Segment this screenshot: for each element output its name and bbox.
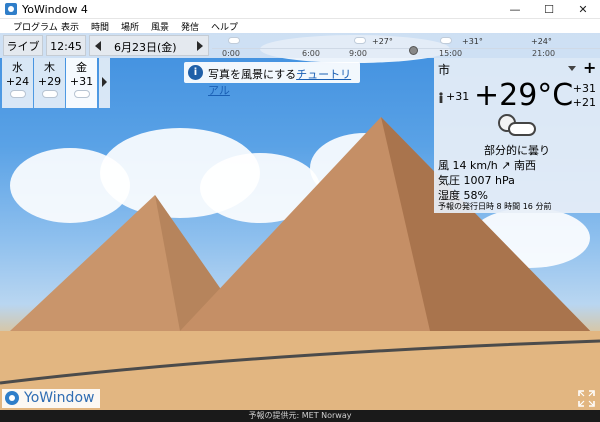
tutorial-text: 写真を風景にするチュートリアル (208, 66, 360, 98)
window-title: YoWindow 4 (22, 3, 88, 16)
forecast-day-name: 金 (76, 61, 87, 74)
forecast-day-name: 水 (12, 61, 23, 74)
current-temperature: +29°C (474, 78, 574, 113)
feels-like-temp: +31 (446, 90, 470, 103)
current-weather-panel: 市 + +31 +29°C +31 +21 部分的に曇り 風 14 km/h ↗… (434, 58, 600, 213)
info-icon: i (188, 65, 203, 80)
high-temp: +31 (572, 82, 596, 95)
time-display[interactable]: 12:45 (46, 35, 86, 56)
low-temp: +21 (572, 96, 596, 109)
timeline-hour: 6:00 (302, 49, 320, 58)
condition-text: 部分的に曇り (484, 144, 550, 157)
menu-time[interactable]: 時間 (91, 20, 109, 33)
forecast-day[interactable]: 金 +31 (66, 58, 97, 108)
cloud-icon (508, 122, 536, 136)
maximize-button[interactable]: ☐ (532, 0, 566, 19)
forecast-day[interactable]: 木 +29 (34, 58, 65, 108)
live-button[interactable]: ライブ (3, 35, 43, 56)
timeline-temp: +31° (462, 37, 483, 46)
menu-program[interactable]: プログラム (13, 20, 58, 33)
timeline-hour: 21:00 (532, 49, 556, 58)
timeline-hour: 15:00 (439, 49, 463, 58)
forecast-provider-status: 予報の提供元: MET Norway (0, 410, 600, 422)
partly-cloudy-icon (228, 37, 240, 44)
pressure-info: 気圧 1007 hPa (438, 174, 515, 187)
forecast-temp: +31 (69, 75, 94, 88)
partly-cloudy-icon (440, 37, 452, 44)
forecast-next-arrow-icon[interactable] (99, 58, 110, 108)
city-dropdown-icon[interactable] (568, 66, 576, 71)
add-location-button[interactable]: + (583, 58, 596, 77)
forecast-day-name: 木 (44, 61, 55, 74)
daily-forecast: 水 +24 木 +29 金 +31 (2, 58, 110, 108)
date-label: 6月23日(金) (114, 41, 177, 54)
forecast-temp: +24 (5, 75, 30, 88)
fullscreen-icon[interactable] (578, 390, 595, 407)
timeline-hour: 0:00 (222, 49, 240, 58)
menu-view[interactable]: 表示 (61, 20, 79, 33)
partly-cloudy-icon (496, 112, 538, 140)
partly-cloudy-icon (354, 37, 366, 44)
yowindow-logo-icon (5, 391, 19, 405)
menu-help[interactable]: ヘルプ (211, 20, 238, 33)
wind-info: 風 14 km/h ↗ 南西 (438, 159, 536, 172)
timeline-temp: +27° (372, 37, 393, 46)
yowindow-app-icon (5, 3, 17, 15)
menu-landscape[interactable]: 風景 (151, 20, 169, 33)
menu-bar: プログラム 表示 時間 場所 風景 発信 ヘルプ (0, 19, 600, 33)
next-day-arrow-icon[interactable] (197, 41, 203, 51)
partly-cloudy-icon (9, 90, 26, 98)
previous-day-arrow-icon[interactable] (95, 41, 101, 51)
title-bar: YoWindow 4 — ☐ ✕ (0, 0, 600, 19)
tutorial-label: 写真を風景にする (208, 68, 297, 81)
partly-cloudy-icon (41, 90, 58, 98)
partly-cloudy-icon (73, 90, 90, 98)
minimize-button[interactable]: — (498, 0, 532, 19)
forecast-temp: +29 (37, 75, 62, 88)
date-selector: 6月23日(金) (89, 35, 209, 56)
forecast-day[interactable]: 水 +24 (2, 58, 33, 108)
close-button[interactable]: ✕ (566, 0, 600, 19)
timeline-temp: +24° (531, 37, 552, 46)
yowindow-logo[interactable]: YoWindow (2, 389, 100, 408)
forecast-updated: 予報の発行日時 8 時間 16 分前 (438, 202, 552, 211)
menu-location[interactable]: 場所 (121, 20, 139, 33)
person-icon (439, 92, 443, 103)
timeline-slider-handle[interactable] (409, 46, 418, 55)
hourly-timeline[interactable]: 0:00 6:00 +27° 9:00 +31° 15:00 +24° 21:0… (212, 33, 600, 58)
tutorial-banner: i 写真を風景にするチュートリアル (184, 62, 360, 97)
city-name[interactable]: 市 (438, 61, 450, 78)
timeline-hour: 9:00 (349, 49, 367, 58)
logo-text: YoWindow (24, 390, 95, 406)
menu-share[interactable]: 発信 (181, 20, 199, 33)
